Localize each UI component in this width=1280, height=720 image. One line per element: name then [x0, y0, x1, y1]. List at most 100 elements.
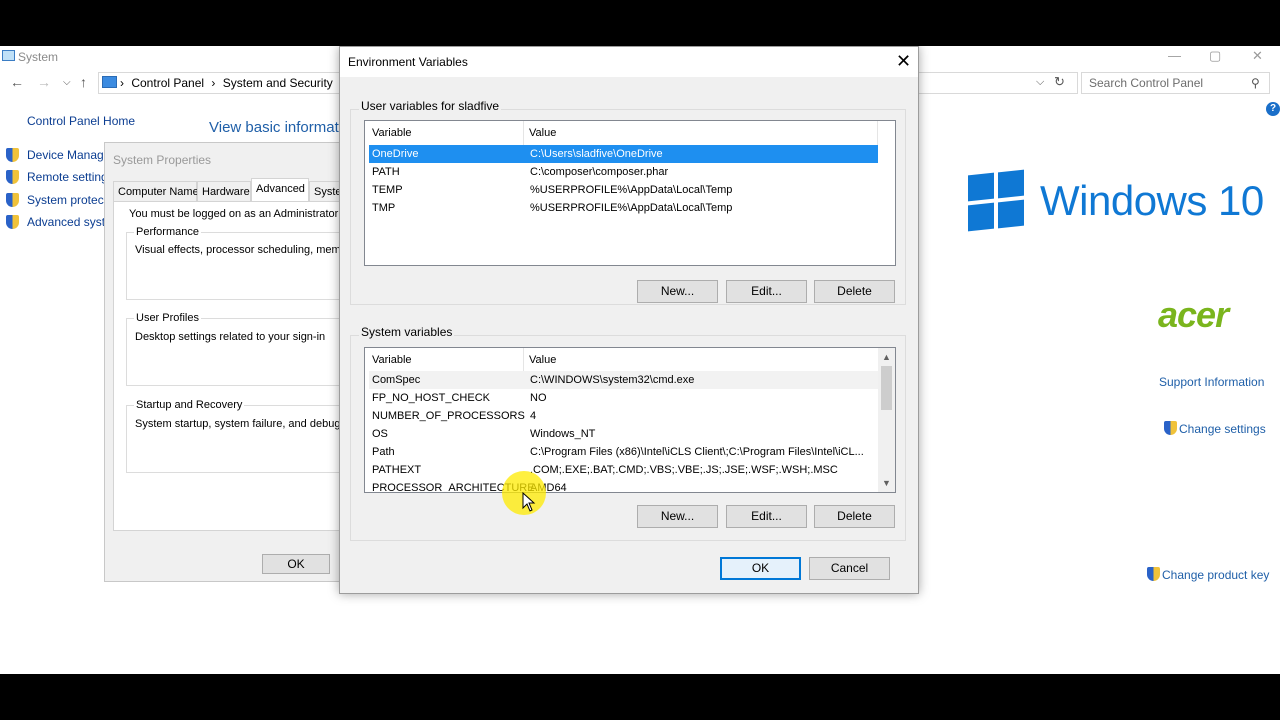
change-product-key-link[interactable]: Change product key — [1162, 568, 1269, 582]
list-item[interactable]: Path C:\Program Files (x86)\Intel\iCLS Cl… — [369, 443, 878, 461]
column-header-value[interactable]: Value — [529, 354, 556, 366]
user-variables-list[interactable]: Variable Value OneDrive C:\Users\sladfive… — [364, 120, 896, 266]
variable-value: C:\WINDOWS\system32\cmd.exe — [530, 374, 695, 386]
variable-name: NUMBER_OF_PROCESSORS — [372, 410, 525, 422]
variable-value: C:\Users\sladfive\OneDrive — [530, 148, 663, 160]
maximize-button[interactable]: ▢ — [1209, 48, 1221, 64]
search-icon[interactable]: ⚲ — [1251, 76, 1260, 90]
list-item[interactable]: NUMBER_OF_PROCESSORS 4 — [369, 407, 878, 425]
dialog-title: System Properties — [113, 153, 212, 167]
performance-group — [126, 232, 356, 300]
tab-advanced[interactable]: Advanced — [251, 178, 309, 202]
advanced-tab-panel: You must be logged on as an Administrato… — [113, 201, 365, 531]
list-item[interactable]: PATH C:\composer\composer.phar — [369, 163, 878, 181]
cancel-button[interactable]: Cancel — [809, 557, 890, 580]
change-settings-link[interactable]: Change settings — [1179, 422, 1266, 436]
variable-value: NO — [530, 392, 547, 404]
system-icon — [2, 50, 15, 61]
system-edit-button[interactable]: Edit... — [726, 505, 807, 528]
advanced-system-settings-link[interactable]: Advanced syste — [27, 215, 112, 229]
mouse-cursor-icon — [522, 492, 536, 512]
list-item[interactable]: OS Windows_NT — [369, 425, 878, 443]
close-button[interactable]: ✕ — [1252, 48, 1263, 64]
refresh-icon[interactable]: ↻ — [1054, 74, 1065, 90]
variable-name: PATHEXT — [372, 464, 422, 476]
system-list-scrollbar[interactable]: ▲ ▼ — [878, 348, 895, 492]
breadcrumb-separator: › — [211, 76, 216, 90]
dialog-title: Environment Variables — [348, 55, 468, 69]
acer-logo: acer — [1158, 294, 1229, 335]
startup-recovery-label: Startup and Recovery — [134, 399, 245, 411]
admin-note: You must be logged on as an Administrato… — [129, 208, 363, 220]
dialog-titlebar: Environment Variables ✕ — [340, 47, 918, 77]
column-header-variable[interactable]: Variable — [372, 354, 412, 366]
shield-icon — [1164, 421, 1177, 435]
variable-name: PATH — [372, 166, 400, 178]
variable-name: ComSpec — [372, 374, 421, 386]
user-edit-button[interactable]: Edit... — [726, 280, 807, 303]
variable-value: %USERPROFILE%\AppData\Local\Temp — [530, 184, 733, 196]
list-item[interactable]: TEMP %USERPROFILE%\AppData\Local\Temp — [369, 181, 878, 199]
support-information-link[interactable]: Support Information — [1159, 375, 1264, 389]
window-title: System — [18, 50, 59, 64]
shield-icon — [6, 148, 19, 162]
scroll-up-icon[interactable]: ▲ — [882, 352, 891, 362]
list-item[interactable]: TMP %USERPROFILE%\AppData\Local\Temp — [369, 199, 878, 217]
list-item[interactable]: PATHEXT .COM;.EXE;.BAT;.CMD;.VBS;.VBE;.JS… — [369, 461, 878, 479]
list-header: Variable Value — [365, 121, 895, 145]
startup-recovery-description: System startup, system failure, and debu… — [135, 418, 362, 430]
up-button[interactable]: ↑ — [80, 74, 87, 90]
tab-hardware[interactable]: Hardware — [197, 181, 251, 201]
tab-computer-name[interactable]: Computer Name — [113, 181, 199, 201]
address-dropdown-icon[interactable]: ⌵ — [1036, 76, 1044, 89]
list-item[interactable]: OneDrive C:\Users\sladfive\OneDrive — [369, 145, 878, 163]
variable-name: FP_NO_HOST_CHECK — [372, 392, 490, 404]
column-header-variable[interactable]: Variable — [372, 127, 412, 139]
list-item[interactable]: ComSpec C:\WINDOWS\system32\cmd.exe — [369, 371, 878, 389]
shield-icon — [6, 215, 19, 229]
startup-recovery-group — [126, 405, 356, 473]
remote-settings-link[interactable]: Remote setting — [27, 170, 108, 184]
system-variables-label: System variables — [359, 325, 455, 339]
scroll-down-icon[interactable]: ▼ — [882, 478, 891, 488]
system-delete-button[interactable]: Delete — [814, 505, 895, 528]
variable-value: .COM;.EXE;.BAT;.CMD;.VBS;.VBE;.JS;.JSE;.… — [530, 464, 838, 476]
user-delete-button[interactable]: Delete — [814, 280, 895, 303]
column-header-value[interactable]: Value — [529, 127, 556, 139]
back-button[interactable]: ← — [10, 74, 24, 90]
shield-icon — [1147, 567, 1160, 581]
scroll-thumb[interactable] — [881, 366, 892, 410]
system-properties-ok-button[interactable]: OK — [262, 554, 330, 574]
help-icon[interactable]: ? — [1266, 102, 1280, 116]
user-variables-label: User variables for sladfive — [359, 99, 502, 113]
recent-locations-button[interactable]: ⌵ — [63, 77, 71, 88]
list-item[interactable]: FP_NO_HOST_CHECK NO — [369, 389, 878, 407]
device-manager-link[interactable]: Device Manage — [27, 148, 110, 162]
user-profiles-group — [126, 318, 356, 386]
variable-name: TMP — [372, 202, 396, 214]
close-icon[interactable]: ✕ — [896, 51, 911, 72]
search-placeholder: Search Control Panel — [1089, 76, 1204, 90]
forward-button[interactable]: → — [37, 74, 51, 90]
variable-name: OS — [372, 428, 388, 440]
breadcrumb-system-security[interactable]: System and Security — [223, 76, 333, 90]
breadcrumb: › Control Panel › System and Security › — [120, 76, 348, 90]
page-heading: View basic informat — [209, 119, 339, 136]
breadcrumb-control-panel[interactable]: Control Panel — [131, 76, 204, 90]
computer-icon — [102, 76, 117, 88]
system-new-button[interactable]: New... — [637, 505, 718, 528]
variable-value: %USERPROFILE%\AppData\Local\Temp — [530, 202, 733, 214]
list-item[interactable]: PROCESSOR_ARCHITECTURE AMD64 — [369, 479, 878, 492]
ok-button[interactable]: OK — [720, 557, 801, 580]
variable-value: Windows_NT — [530, 428, 596, 440]
minimize-button[interactable]: — — [1168, 48, 1181, 63]
variable-name: OneDrive — [372, 148, 419, 160]
user-new-button[interactable]: New... — [637, 280, 718, 303]
system-variables-list[interactable]: Variable Value ComSpec C:\WINDOWS\system3… — [364, 347, 896, 493]
desktop-screen: System — ▢ ✕ ← → ⌵ ↑ ⌵ ↻ › Control Panel… — [0, 46, 1280, 674]
breadcrumb-separator: › — [120, 76, 124, 90]
control-panel-home-link[interactable]: Control Panel Home — [27, 114, 135, 128]
system-protection-link[interactable]: System protecti — [27, 193, 110, 207]
shield-icon — [6, 193, 19, 207]
windows-logo-icon — [968, 169, 1024, 232]
